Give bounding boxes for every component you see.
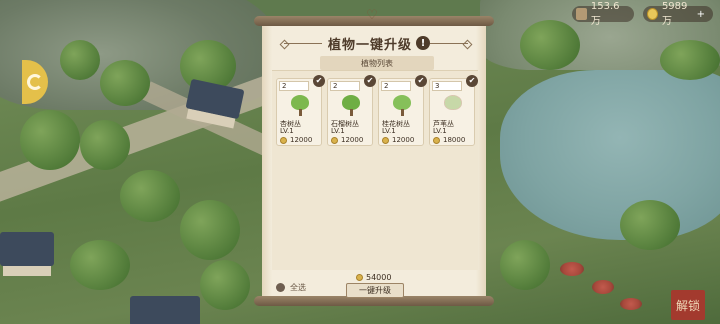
dialog-header: 植物一键升级 !	[272, 32, 480, 54]
house	[0, 232, 54, 276]
flower-bed	[620, 298, 642, 310]
plant-crown	[291, 95, 309, 110]
tree-icon	[289, 95, 311, 117]
plant-card[interactable]: 2 ✔ 石榴树丛 LV.1 12000	[327, 75, 376, 146]
total-cost: 54000	[356, 273, 391, 282]
heart-ornament-icon: ♡	[366, 8, 378, 23]
quantity-field[interactable]: 2	[381, 81, 411, 91]
plant-level: LV.1	[433, 127, 447, 135]
plant-crown	[444, 95, 462, 110]
select-all-label: 全选	[290, 283, 306, 292]
tree	[200, 260, 250, 310]
quantity-field[interactable]: 3	[432, 81, 462, 91]
tree-icon	[340, 95, 362, 117]
gem-icon	[576, 8, 587, 20]
title-divider-right	[430, 42, 468, 44]
plant-crown	[393, 95, 411, 110]
tree	[620, 200, 680, 250]
plant-card[interactable]: 3 ✔ 芦苇丛 LV.1 18000	[429, 75, 478, 146]
tree	[100, 60, 150, 106]
plant-cost: 12000	[331, 136, 363, 144]
coin-icon	[647, 8, 658, 20]
coin-icon	[331, 136, 338, 144]
plant-cost: 12000	[280, 136, 312, 144]
cost-value: 12000	[290, 136, 313, 144]
dialog-footer: 全选 54000 一键升级	[272, 270, 478, 298]
plant-card[interactable]: 2 ✔ 杏树丛 LV.1 12000	[276, 75, 325, 146]
plant-trunk	[401, 109, 404, 116]
unlock-seal-button[interactable]: 解锁	[671, 290, 705, 320]
house	[130, 296, 200, 324]
plant-card[interactable]: 2 ✔ 桂花树丛 LV.1 12000	[378, 75, 427, 146]
cost-value: 18000	[443, 136, 466, 144]
plant-cost: 18000	[433, 136, 465, 144]
plant-level: LV.1	[331, 127, 345, 135]
tree	[80, 120, 130, 170]
total-cost-value: 54000	[366, 273, 392, 282]
title-divider-left	[283, 42, 322, 44]
flower-bed	[560, 262, 584, 276]
coin-icon	[280, 136, 287, 144]
quantity-field[interactable]: 2	[330, 81, 360, 91]
tree	[60, 40, 100, 80]
tree	[20, 110, 80, 170]
plant-cost: 12000	[382, 136, 414, 144]
tree	[520, 20, 580, 70]
checkbox-checked-icon[interactable]: ✔	[466, 75, 478, 87]
tree	[500, 240, 550, 290]
tree	[120, 170, 180, 222]
info-icon[interactable]: !	[416, 36, 430, 50]
dialog-title: 植物一键升级	[327, 37, 412, 53]
coin-amount: 5989万	[661, 1, 688, 27]
plant-list-tab: 植物列表	[320, 56, 434, 70]
tree-icon	[391, 95, 413, 117]
add-coin-button[interactable]: +	[697, 9, 705, 20]
coin-icon	[433, 136, 440, 144]
radio-icon[interactable]	[276, 283, 285, 292]
tree	[660, 40, 720, 80]
flower-bed	[592, 280, 614, 294]
scroll-edge-left	[262, 24, 272, 298]
gem-counter: 153.6万	[572, 1, 634, 27]
plant-trunk	[299, 109, 302, 116]
coin-icon	[356, 274, 363, 281]
cost-value: 12000	[392, 136, 415, 144]
coin-icon	[382, 136, 389, 144]
gem-amount: 153.6万	[590, 1, 620, 27]
cost-value: 12000	[341, 136, 364, 144]
tree	[180, 200, 240, 260]
plant-crown	[342, 95, 360, 110]
checkbox-checked-icon[interactable]: ✔	[415, 75, 427, 87]
plant-trunk	[350, 109, 353, 116]
checkbox-checked-icon[interactable]: ✔	[364, 75, 376, 87]
quantity-field[interactable]: 2	[279, 81, 309, 91]
plant-level: LV.1	[382, 127, 396, 135]
plant-level: LV.1	[280, 127, 294, 135]
checkbox-checked-icon[interactable]: ✔	[313, 75, 325, 87]
coin-counter[interactable]: 5989万 +	[643, 1, 713, 27]
tree	[70, 240, 130, 290]
reed-bush-icon	[442, 95, 464, 117]
one-click-upgrade-button[interactable]: 一键升级	[346, 283, 404, 298]
select-all-toggle[interactable]: 全选	[276, 282, 306, 293]
refresh-icon	[27, 74, 43, 90]
